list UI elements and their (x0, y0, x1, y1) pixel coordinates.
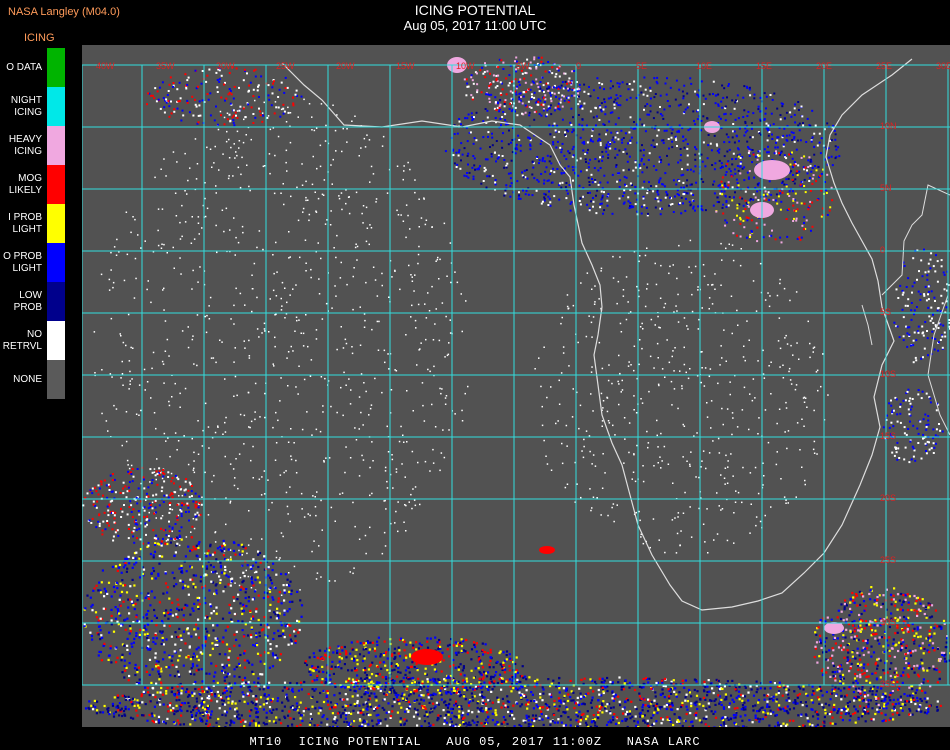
legend-swatch (47, 87, 65, 126)
latitude-label: 5S (880, 307, 891, 317)
legend-swatch (47, 360, 65, 399)
legend-swatch (47, 126, 65, 165)
legend-swatch (47, 165, 65, 204)
longitude-label: 5E (636, 61, 647, 71)
legend-swatch (47, 321, 65, 360)
legend-swatch (47, 48, 65, 87)
cloud-field (82, 56, 950, 727)
legend-label: NIGHT ICING (10, 94, 42, 118)
madagascar-coastline (927, 294, 950, 436)
legend-item-mog-likely: MOG LIKELY (0, 165, 66, 204)
longitude-label: 40W (96, 61, 115, 71)
latitude-label: 20S (880, 493, 896, 503)
longitude-label: 15E (756, 61, 772, 71)
legend-label: NONE (13, 373, 42, 385)
bottom-caption: MT10 ICING POTENTIAL AUG 05, 2017 11:00Z… (249, 735, 701, 749)
latitude-label: 10N (880, 121, 897, 131)
legend-label: O DATA (6, 61, 42, 73)
legend-label: I PROB LIGHT (8, 211, 42, 235)
legend-label: O PROB LIGHT (3, 250, 42, 274)
latitude-label: 25S (880, 555, 896, 565)
legend-swatch (47, 204, 65, 243)
legend-label: HEAVY ICING (8, 133, 42, 157)
legend-item-heavy-icing: HEAVY ICING (0, 126, 66, 165)
longitude-label: 25E (876, 61, 892, 71)
legend-item-hi-prob-light: I PROB LIGHT (0, 204, 66, 243)
legend-label: NO RETRVL (2, 328, 42, 352)
map-canvas: 40W 35W 30W 25W 20W 15W 10W 5W 0 5E 10E 15E 20E 25E 30… (82, 56, 950, 727)
lake-outline (861, 304, 873, 346)
satellite-map: 40W 35W 30W 25W 20W 15W 10W 5W 0 5E 10E 15E 20E 25E 30… (82, 45, 950, 727)
product-label: ICING (24, 32, 55, 44)
coastlines (281, 58, 950, 611)
map-datetime: Aug 05, 2017 11:00 UTC (403, 18, 547, 33)
longitude-label: 10W (456, 61, 475, 71)
latitude-label: 35S (880, 679, 896, 689)
longitude-label: 0 (576, 61, 581, 71)
lat-lon-grid (82, 64, 950, 686)
longitude-label: 15W (396, 61, 415, 71)
longitude-label: 10E (696, 61, 712, 71)
legend-item-night-icing: NIGHT ICING (0, 87, 66, 126)
legend-label: LOW PROB (13, 289, 42, 313)
grid-labels: 40W 35W 30W 25W 20W 15W 10W 5W 0 5E 10E 15E 20E 25E 30… (96, 61, 950, 689)
legend-item-no-retrvl: NO RETRVL (0, 321, 66, 360)
longitude-label: 30W (216, 61, 235, 71)
latitude-label: 15S (880, 431, 896, 441)
latitude-label: 0 (880, 245, 885, 255)
legend-item-none: NONE (0, 360, 66, 399)
longitude-label: 35W (156, 61, 175, 71)
legend-label: MOG LIKELY (8, 172, 42, 196)
latitude-label: 30S (880, 617, 896, 627)
legend-item-low-prob: LOW PROB (0, 282, 66, 321)
longitude-label: 30E (936, 61, 950, 71)
longitude-label: 5W (516, 61, 530, 71)
map-title: ICING POTENTIAL (414, 2, 536, 18)
east-coast-segment (881, 184, 950, 296)
longitude-label: 20W (336, 61, 355, 71)
longitude-label: 20E (816, 61, 832, 71)
legend-item-no-data: O DATA (0, 48, 66, 87)
legend-swatch (47, 243, 65, 282)
latitude-label: 10S (880, 369, 896, 379)
longitude-label: 25W (276, 61, 295, 71)
latitude-label: 5N (880, 183, 892, 193)
legend-item-lo-prob-light: O PROB LIGHT (0, 243, 66, 282)
legend-swatch (47, 282, 65, 321)
